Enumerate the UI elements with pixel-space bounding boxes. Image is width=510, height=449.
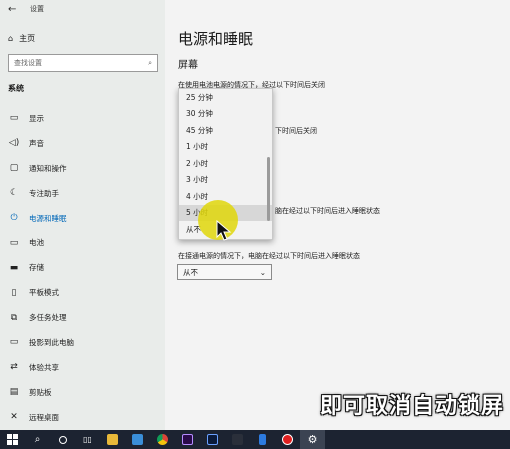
taskbar: ⌕ ▯▯ ⚙ <box>0 430 510 449</box>
sidebar-item-label: 远程桌面 <box>29 412 59 422</box>
taskbar-app-phone[interactable] <box>250 430 275 449</box>
dropdown-option[interactable]: 1 小时 <box>179 139 272 156</box>
task-view-button[interactable]: ▯▯ <box>75 430 100 449</box>
project-icon: ▭ <box>9 337 19 348</box>
dropdown-option[interactable]: 3 小时 <box>179 172 272 189</box>
sidebar-item-sound[interactable]: ◁) 声音 <box>0 131 165 156</box>
sidebar-item-clipboard[interactable]: ▤ 剪贴板 <box>0 380 165 405</box>
sidebar-item-battery[interactable]: ▭ 电池 <box>0 230 165 255</box>
multitask-icon: ⧉ <box>10 312 18 323</box>
sidebar-item-label: 电源和睡眠 <box>29 213 67 223</box>
video-caption: 即可取消自动锁屏 <box>319 394 504 419</box>
speaker-icon: ◁) <box>8 138 20 149</box>
taskbar-app-chrome[interactable] <box>150 430 175 449</box>
chrome-icon <box>157 434 168 445</box>
sidebar-item-home[interactable]: ⌂ 主页 <box>8 33 35 44</box>
sidebar-item-label: 电池 <box>29 238 44 248</box>
search-icon: ⌕ <box>148 58 152 67</box>
sidebar-item-remote[interactable]: ✕ 远程桌面 <box>0 405 165 430</box>
windows-logo-icon <box>7 434 18 445</box>
search-icon: ⌕ <box>34 434 41 445</box>
search-placeholder: 查找设置 <box>14 59 42 67</box>
home-label: 主页 <box>19 34 36 43</box>
dropdown-option[interactable]: 2 小时 <box>179 155 272 172</box>
power-icon: ⏻ <box>10 213 18 223</box>
plugged-sleep-select[interactable]: 从不 ⌄ <box>177 264 272 280</box>
pen-icon <box>232 434 243 445</box>
plugged-screen-label: 下时间后关闭 <box>275 127 317 135</box>
tablet-icon: ▯ <box>11 287 17 298</box>
taskbar-search-button[interactable]: ⌕ <box>25 430 50 449</box>
monitor-icon: ▭ <box>9 113 19 124</box>
sidebar-item-notifications[interactable]: ▢ 通知和操作 <box>0 156 165 181</box>
cortana-button[interactable] <box>50 430 75 449</box>
mouse-cursor-icon <box>216 220 232 241</box>
taskbar-app-photoshop[interactable] <box>200 430 225 449</box>
sidebar-item-tablet[interactable]: ▯ 平板模式 <box>0 280 165 305</box>
sidebar-item-storage[interactable]: ▬ 存储 <box>0 255 165 280</box>
battery-sleep-label: 脑在经过以下时间后进入睡眠状态 <box>275 207 380 215</box>
sidebar-item-label: 体验共享 <box>29 362 59 372</box>
back-arrow-icon[interactable]: ← <box>8 4 16 15</box>
sidebar-item-label: 投影到此电脑 <box>29 337 74 347</box>
taskbar-app-explorer[interactable] <box>100 430 125 449</box>
sidebar-item-power[interactable]: ⏻ 电源和睡眠 <box>0 206 165 231</box>
battery-icon: ▭ <box>9 237 19 248</box>
circle-icon <box>58 435 67 444</box>
dropdown-option[interactable]: 45 分钟 <box>179 122 272 139</box>
moon-icon: ☾ <box>9 188 19 199</box>
sidebar-item-focus[interactable]: ☾ 专注助手 <box>0 181 165 206</box>
folder-icon <box>107 434 118 445</box>
chevron-down-icon: ⌄ <box>259 267 266 277</box>
section-heading-screen: 屏幕 <box>178 60 198 71</box>
phone-icon <box>259 434 266 445</box>
sidebar-item-label: 平板模式 <box>29 288 59 298</box>
home-icon: ⌂ <box>8 34 14 43</box>
storage-icon: ▬ <box>9 262 19 273</box>
window-title: 设置 <box>30 5 44 13</box>
page-title: 电源和睡眠 <box>178 30 254 48</box>
sidebar-item-label: 存储 <box>29 263 44 273</box>
record-icon <box>282 434 293 445</box>
notification-icon: ▢ <box>9 163 19 174</box>
remote-icon: ✕ <box>10 412 18 423</box>
select-value: 从不 <box>183 267 198 277</box>
sidebar-item-multitask[interactable]: ⧉ 多任务处理 <box>0 305 165 330</box>
search-input[interactable]: 查找设置 ⌕ <box>8 54 158 72</box>
app-icon <box>207 434 218 445</box>
dropdown-option[interactable]: 25 分钟 <box>179 89 272 106</box>
taskbar-app-recorder[interactable] <box>275 430 300 449</box>
section-label: 系统 <box>8 84 24 93</box>
share-icon: ⇄ <box>10 362 18 373</box>
sidebar: ← 设置 ⌂ 主页 查找设置 ⌕ 系统 ▭ 显示 ◁) 声音 ▢ 通知和操作 ☾ 专注助… <box>0 0 165 430</box>
gear-icon: ⚙ <box>307 433 318 446</box>
taskbar-app-mail[interactable] <box>125 430 150 449</box>
plugged-sleep-label: 在接通电源的情况下，电脑在经过以下时间后进入睡眠状态 <box>178 252 360 260</box>
premiere-icon <box>182 434 193 445</box>
task-view-icon: ▯▯ <box>83 435 92 444</box>
dropdown-scrollbar[interactable] <box>267 157 270 221</box>
mail-icon <box>132 434 143 445</box>
sidebar-nav: ▭ 显示 ◁) 声音 ▢ 通知和操作 ☾ 专注助手 ⏻ 电源和睡眠 ▭ 电池 ▬ 存储 ▯ 平板… <box>0 106 165 430</box>
sidebar-item-label: 声音 <box>29 138 44 148</box>
taskbar-app-settings[interactable]: ⚙ <box>300 430 325 449</box>
sidebar-item-label: 通知和操作 <box>29 163 67 173</box>
sidebar-item-label: 专注助手 <box>29 188 59 198</box>
clipboard-icon: ▤ <box>9 387 19 398</box>
taskbar-app-premiere[interactable] <box>175 430 200 449</box>
sidebar-item-label: 显示 <box>29 113 44 123</box>
sidebar-item-project[interactable]: ▭ 投影到此电脑 <box>0 330 165 355</box>
sidebar-item-display[interactable]: ▭ 显示 <box>0 106 165 131</box>
sidebar-item-share[interactable]: ⇄ 体验共享 <box>0 355 165 380</box>
start-button[interactable] <box>0 430 25 449</box>
sidebar-item-label: 剪贴板 <box>29 387 52 397</box>
taskbar-app-pen[interactable] <box>225 430 250 449</box>
dropdown-option[interactable]: 30 分钟 <box>179 106 272 123</box>
sidebar-item-label: 多任务处理 <box>29 313 67 323</box>
